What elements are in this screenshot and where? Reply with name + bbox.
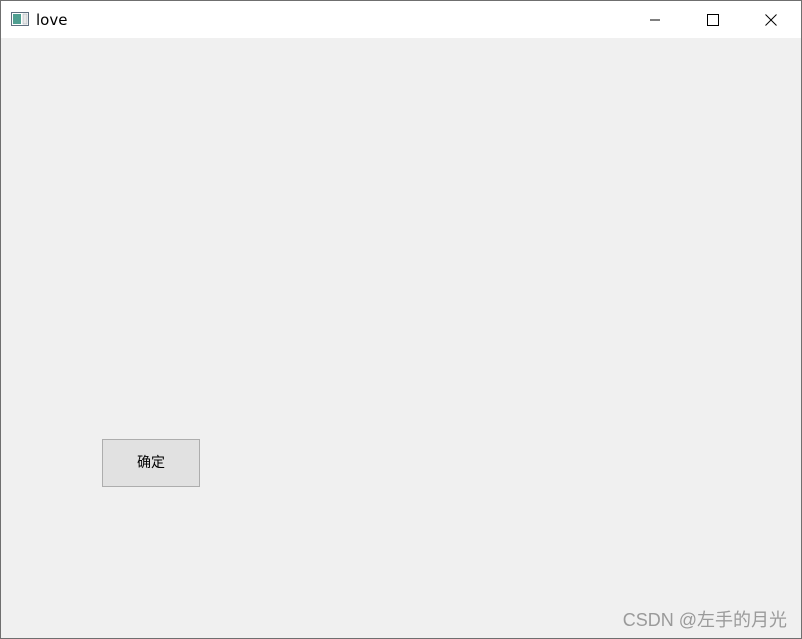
maximize-icon — [707, 13, 719, 26]
window-content-area: 确定 CSDN @左手的月光 — [1, 38, 801, 638]
csdn-watermark: CSDN @左手的月光 — [622, 610, 787, 630]
minimize-icon — [649, 14, 661, 26]
title-bar[interactable]: love — [1, 1, 801, 38]
maximize-button[interactable] — [684, 1, 742, 38]
application-window: love 确定 CSDN @左手的月光 — [0, 0, 802, 639]
ok-button[interactable]: 确定 — [102, 439, 200, 487]
minimize-button[interactable] — [626, 1, 684, 38]
close-button[interactable] — [742, 1, 800, 38]
close-icon — [765, 13, 777, 26]
window-app-icon — [11, 12, 29, 26]
window-title: love — [36, 11, 68, 29]
